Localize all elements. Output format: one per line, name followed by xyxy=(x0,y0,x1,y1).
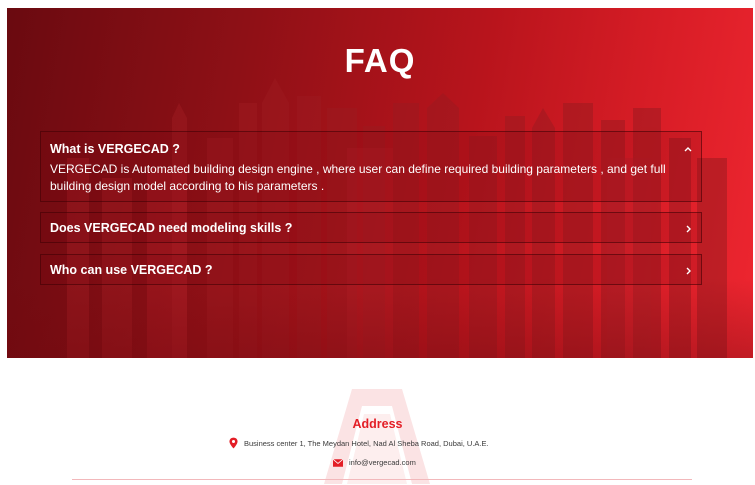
chevron-up-icon[interactable] xyxy=(683,144,693,154)
faq-question[interactable]: Who can use VERGECAD ? xyxy=(50,263,213,277)
faq-item-what-is-vergecad[interactable]: What is VERGECAD ? VERGECAD is Automated… xyxy=(40,131,702,202)
faq-title: FAQ xyxy=(344,42,416,79)
footer-divider xyxy=(72,479,692,480)
hero-bottom-shade xyxy=(7,278,753,358)
faq-item-modeling-skills[interactable]: Does VERGECAD need modeling skills ? xyxy=(40,212,702,243)
faq-section: FAQ What is VERGECAD ? VERGECAD is Autom… xyxy=(7,8,753,358)
email-row[interactable]: info@vergecad.com xyxy=(333,458,416,467)
chevron-right-icon[interactable] xyxy=(683,224,693,234)
envelope-icon xyxy=(333,458,343,467)
faq-answer: VERGECAD is Automated building design en… xyxy=(50,162,666,193)
address-title: Address xyxy=(352,417,403,431)
faq-question[interactable]: Does VERGECAD need modeling skills ? xyxy=(50,221,292,235)
address-row: Business center 1, The Meydan Hotel, Nad… xyxy=(229,437,489,449)
email-link[interactable]: info@vergecad.com xyxy=(349,458,416,467)
chevron-right-icon[interactable] xyxy=(683,266,693,276)
faq-question[interactable]: What is VERGECAD ? xyxy=(50,142,180,156)
location-pin-icon xyxy=(229,437,238,449)
vergecad-watermark-logo xyxy=(324,389,430,484)
address-text: Business center 1, The Meydan Hotel, Nad… xyxy=(244,438,489,448)
faq-item-who-can-use[interactable]: Who can use VERGECAD ? xyxy=(40,254,702,285)
page-left-edge xyxy=(0,0,7,485)
